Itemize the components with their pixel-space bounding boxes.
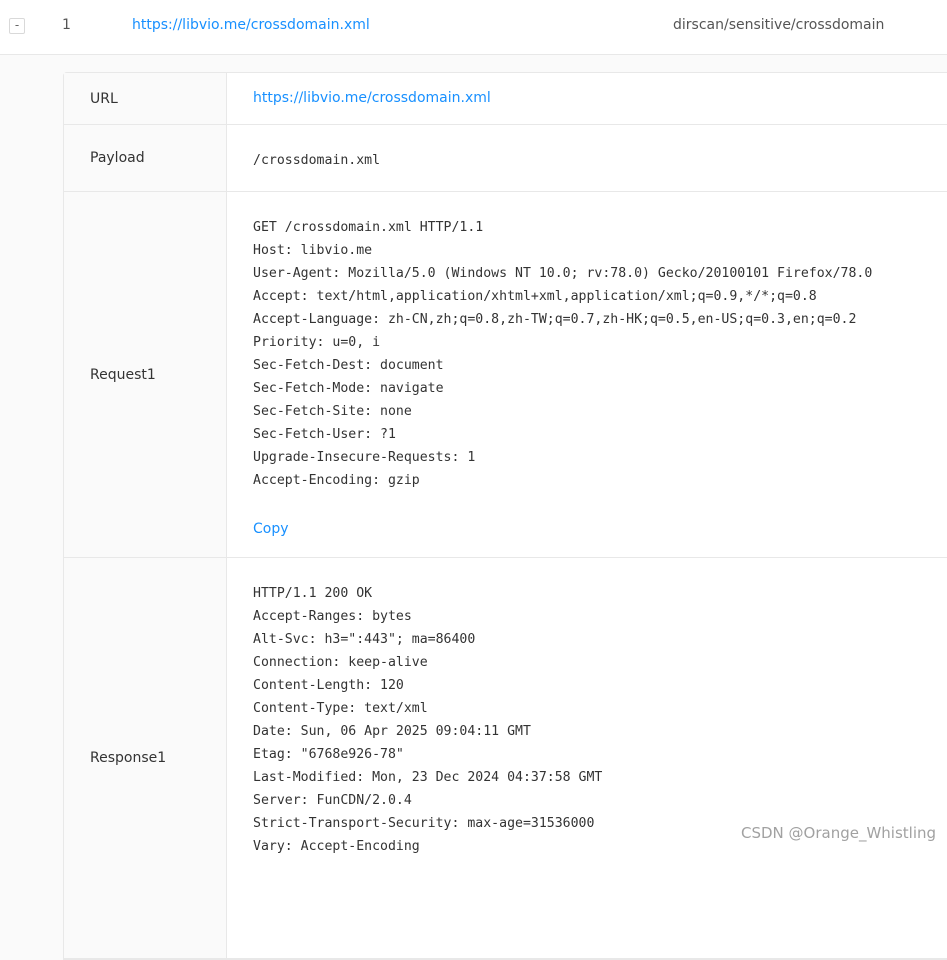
row-index: 1 [62,17,71,33]
response-line: Date: Sun, 06 Apr 2025 09:04:11 GMT [253,724,531,739]
detail-url-link[interactable]: https://libvio.me/crossdomain.xml [253,90,491,106]
request-text: GET /crossdomain.xml HTTP/1.1 Host: libvi… [253,216,947,492]
detail-row-url: URL https://libvio.me/crossdomain.xml [64,73,947,125]
response-line: Content-Type: text/xml [253,701,428,716]
row-target-url-link[interactable]: https://libvio.me/crossdomain.xml [132,17,370,33]
watermark: CSDN @Orange_Whistling [741,824,937,842]
detail-label-url: URL [64,73,227,124]
payload-value: /crossdomain.xml [253,153,381,168]
response-line: Content-Length: 120 [253,678,404,693]
row-plugin-name: dirscan/sensitive/crossdomain [673,17,885,33]
response-line: Alt-Svc: h3=":443"; ma=86400 [253,632,476,647]
response-line: Etag: "6768e926-78" [253,747,404,762]
response-line: Last-Modified: Mon, 23 Dec 2024 04:37:58… [253,770,603,785]
request-line: Sec-Fetch-Mode: navigate [253,381,444,396]
detail-row-request: Request1 GET /crossdomain.xml HTTP/1.1 Ho… [64,192,947,558]
request-line: GET /crossdomain.xml HTTP/1.1 [253,220,484,235]
request-line: Accept-Encoding: gzip [253,473,420,488]
detail-label-payload: Payload [64,125,227,191]
response-line: Accept-Ranges: bytes [253,609,412,624]
response-line: Connection: keep-alive [253,655,428,670]
request-line: Host: libvio.me [253,243,373,258]
request-line: Sec-Fetch-Site: none [253,404,412,419]
request-line: Accept-Language: zh-CN,zh;q=0.8,zh-TW;q=… [253,312,857,327]
copy-request-button[interactable]: Copy [253,521,289,537]
request-line: Accept: text/html,application/xhtml+xml,… [253,289,817,304]
request-line: User-Agent: Mozilla/5.0 (Windows NT 10.0… [253,266,873,281]
collapse-row-button[interactable]: - [9,18,25,34]
result-row[interactable]: - 1 https://libvio.me/crossdomain.xml di… [0,0,947,55]
response-line: HTTP/1.1 200 OK [253,586,373,601]
response-line: Server: FunCDN/2.0.4 [253,793,412,808]
request-line: Sec-Fetch-Dest: document [253,358,444,373]
request-line: Priority: u=0, i [253,335,381,350]
detail-row-payload: Payload /crossdomain.xml [64,125,947,192]
response-text: HTTP/1.1 200 OK Accept-Ranges: bytes Alt-S… [253,582,947,858]
detail-row-response: Response1 HTTP/1.1 200 OK Accept-Ranges: … [64,558,947,959]
request-line: Upgrade-Insecure-Requests: 1 [253,450,476,465]
detail-label-request: Request1 [64,192,227,557]
request-line: Sec-Fetch-User: ?1 [253,427,396,442]
detail-label-response: Response1 [64,558,227,958]
